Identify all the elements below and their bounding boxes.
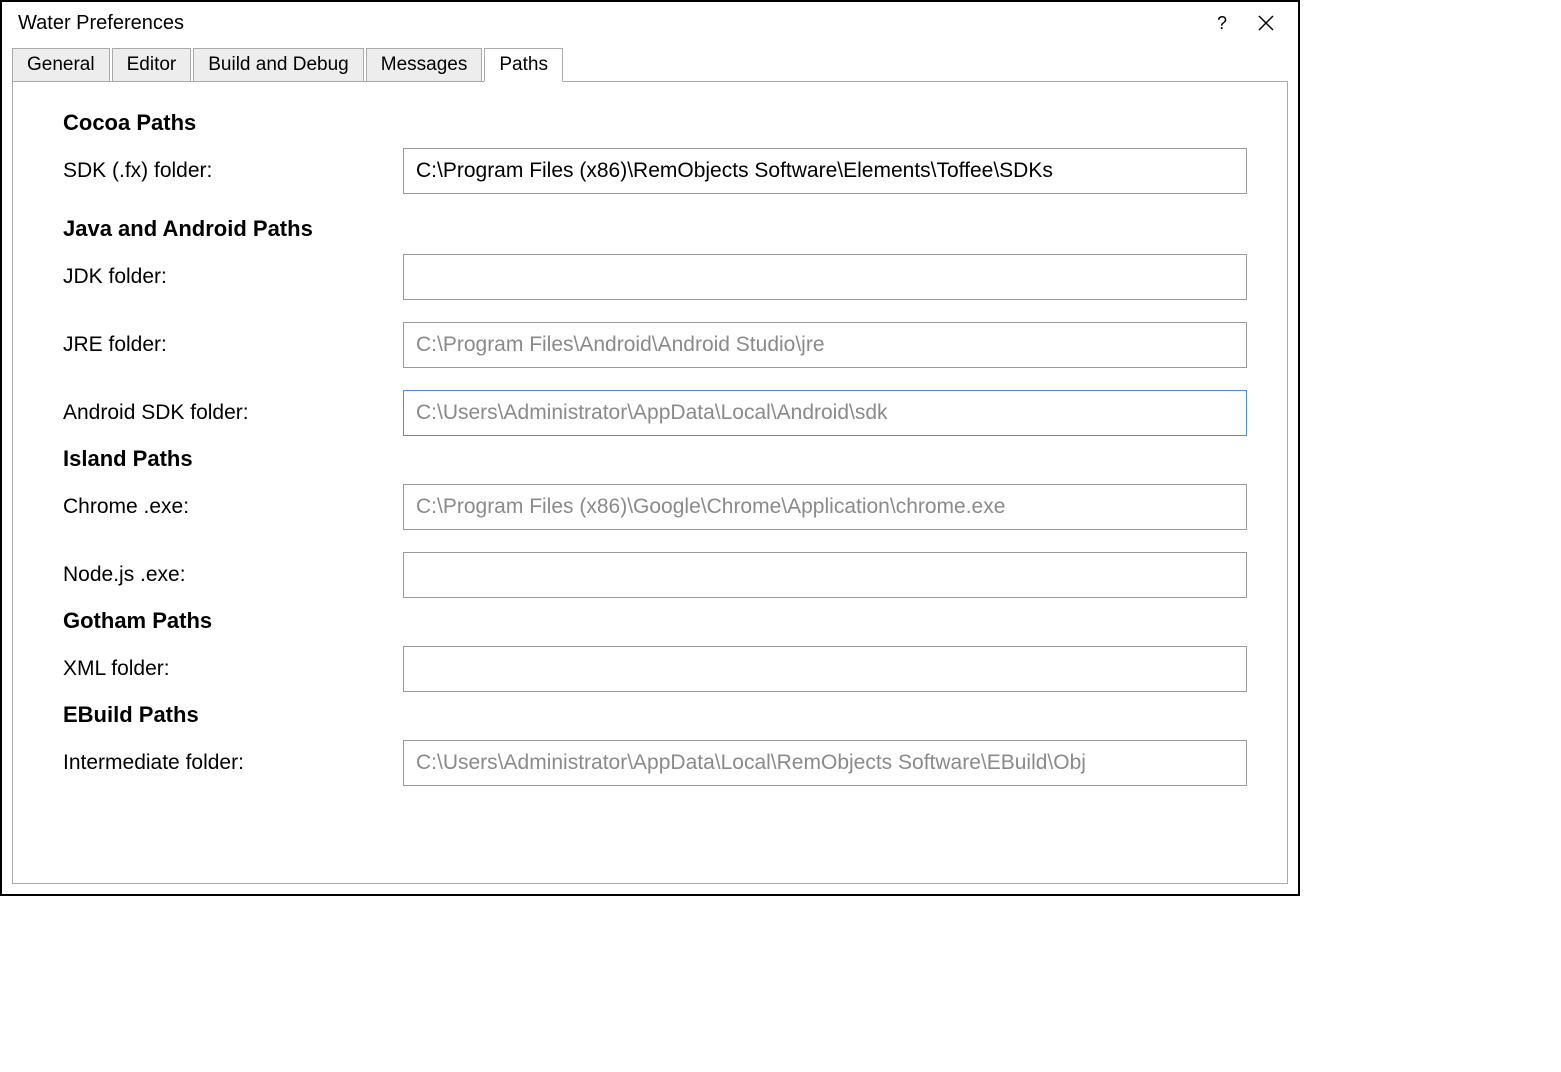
row-jre: JRE folder: <box>63 322 1247 368</box>
label-nodejs: Node.js .exe: <box>63 563 403 587</box>
section-island-title: Island Paths <box>63 446 1247 472</box>
tab-paths[interactable]: Paths <box>484 48 563 82</box>
help-icon: ? <box>1217 13 1227 34</box>
titlebar: Water Preferences ? <box>2 2 1298 48</box>
tabs-bar: General Editor Build and Debug Messages … <box>2 48 1298 82</box>
section-gotham-title: Gotham Paths <box>63 608 1247 634</box>
row-sdk-fx: SDK (.fx) folder: <box>63 148 1247 194</box>
section-java-title: Java and Android Paths <box>63 216 1247 242</box>
input-jre[interactable] <box>403 322 1247 368</box>
row-xml: XML folder: <box>63 646 1247 692</box>
input-android-sdk[interactable] <box>403 390 1247 436</box>
paths-panel: Cocoa Paths SDK (.fx) folder: Java and A… <box>12 81 1288 884</box>
input-intermediate[interactable] <box>403 740 1247 786</box>
input-sdk-fx[interactable] <box>403 148 1247 194</box>
close-icon <box>1258 15 1274 31</box>
section-ebuild-title: EBuild Paths <box>63 702 1247 728</box>
close-button[interactable] <box>1246 8 1286 38</box>
row-intermediate: Intermediate folder: <box>63 740 1247 786</box>
input-xml[interactable] <box>403 646 1247 692</box>
tab-editor[interactable]: Editor <box>112 48 192 82</box>
row-jdk: JDK folder: <box>63 254 1247 300</box>
tab-messages[interactable]: Messages <box>366 48 483 82</box>
row-nodejs: Node.js .exe: <box>63 552 1247 598</box>
label-jdk: JDK folder: <box>63 265 403 289</box>
label-jre: JRE folder: <box>63 333 403 357</box>
input-chrome[interactable] <box>403 484 1247 530</box>
label-sdk-fx: SDK (.fx) folder: <box>63 159 403 183</box>
section-cocoa-title: Cocoa Paths <box>63 110 1247 136</box>
help-button[interactable]: ? <box>1202 8 1242 38</box>
row-android-sdk: Android SDK folder: <box>63 390 1247 436</box>
input-jdk[interactable] <box>403 254 1247 300</box>
label-chrome: Chrome .exe: <box>63 495 403 519</box>
label-intermediate: Intermediate folder: <box>63 751 403 775</box>
input-nodejs[interactable] <box>403 552 1247 598</box>
row-chrome: Chrome .exe: <box>63 484 1247 530</box>
tab-general[interactable]: General <box>12 48 110 82</box>
preferences-window: Water Preferences ? General Editor Build… <box>0 0 1300 896</box>
window-title: Water Preferences <box>18 12 1198 35</box>
tab-build-and-debug[interactable]: Build and Debug <box>193 48 364 82</box>
label-xml: XML folder: <box>63 657 403 681</box>
label-android-sdk: Android SDK folder: <box>63 401 403 425</box>
